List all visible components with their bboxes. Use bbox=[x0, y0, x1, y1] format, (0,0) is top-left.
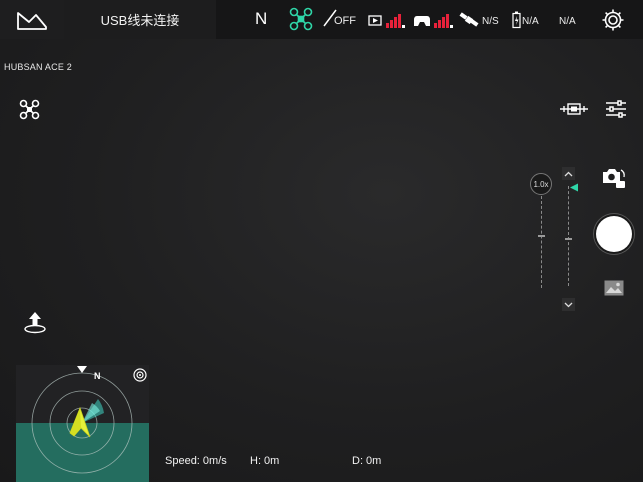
gimbal-down-button[interactable] bbox=[562, 298, 575, 311]
aircraft-position-icon bbox=[69, 407, 91, 438]
camera-settings-sliders-icon[interactable] bbox=[605, 100, 627, 118]
chevron-down-icon bbox=[564, 302, 573, 307]
gimbal-position-marker-icon[interactable] bbox=[569, 183, 579, 192]
video-signal-icon bbox=[368, 15, 382, 26]
light-status-text: OFF bbox=[334, 15, 356, 27]
camera-switch-icon[interactable] bbox=[601, 167, 627, 189]
extra-status-text: N/A bbox=[559, 16, 576, 27]
zoom-slider-tick bbox=[538, 235, 545, 237]
drone-status-icon[interactable] bbox=[289, 7, 313, 31]
gimbal-slider-track[interactable] bbox=[568, 186, 569, 286]
height-readout: H: 0m bbox=[250, 455, 280, 467]
distance-readout: D: 0m bbox=[352, 455, 382, 467]
radar-map[interactable]: N bbox=[16, 365, 149, 482]
map-recenter-target-icon[interactable] bbox=[133, 368, 147, 382]
drone-model-label: HUBSAN ACE 2 bbox=[4, 62, 72, 72]
shutter-button[interactable] bbox=[596, 216, 632, 252]
zoom-level-indicator[interactable]: 1.0x bbox=[530, 173, 552, 195]
speed-readout: Speed: 0m/s bbox=[165, 455, 227, 467]
gimbal-icon[interactable] bbox=[559, 100, 589, 118]
map-heading-pointer-icon bbox=[77, 366, 87, 373]
gear-icon[interactable] bbox=[601, 8, 625, 32]
battery-status-text: N/A bbox=[522, 16, 539, 27]
controller-signal-bars-icon bbox=[434, 14, 453, 28]
takeoff-icon[interactable] bbox=[23, 311, 47, 334]
video-signal-bars-icon bbox=[386, 14, 405, 28]
battery-icon bbox=[512, 11, 521, 29]
zoom-slider-track[interactable] bbox=[541, 196, 542, 288]
usb-connection-status: USB线未连接 bbox=[64, 0, 216, 39]
gps-status-text: N/S bbox=[482, 16, 499, 27]
gimbal-up-button[interactable] bbox=[562, 167, 575, 180]
home-logo-button[interactable] bbox=[0, 0, 64, 39]
map-north-label: N bbox=[94, 371, 101, 381]
usb-status-text: USB线未连接 bbox=[100, 13, 180, 28]
mountain-logo-icon bbox=[17, 11, 47, 30]
chevron-up-icon bbox=[564, 171, 573, 176]
controller-icon bbox=[414, 16, 430, 26]
compass-heading: N bbox=[255, 9, 268, 28]
zoom-level-text: 1.0x bbox=[533, 179, 549, 189]
satellite-icon bbox=[459, 12, 479, 27]
flight-mode-drone-icon[interactable] bbox=[19, 99, 40, 120]
gimbal-slider-tick bbox=[565, 238, 572, 240]
gallery-icon[interactable] bbox=[604, 280, 624, 296]
